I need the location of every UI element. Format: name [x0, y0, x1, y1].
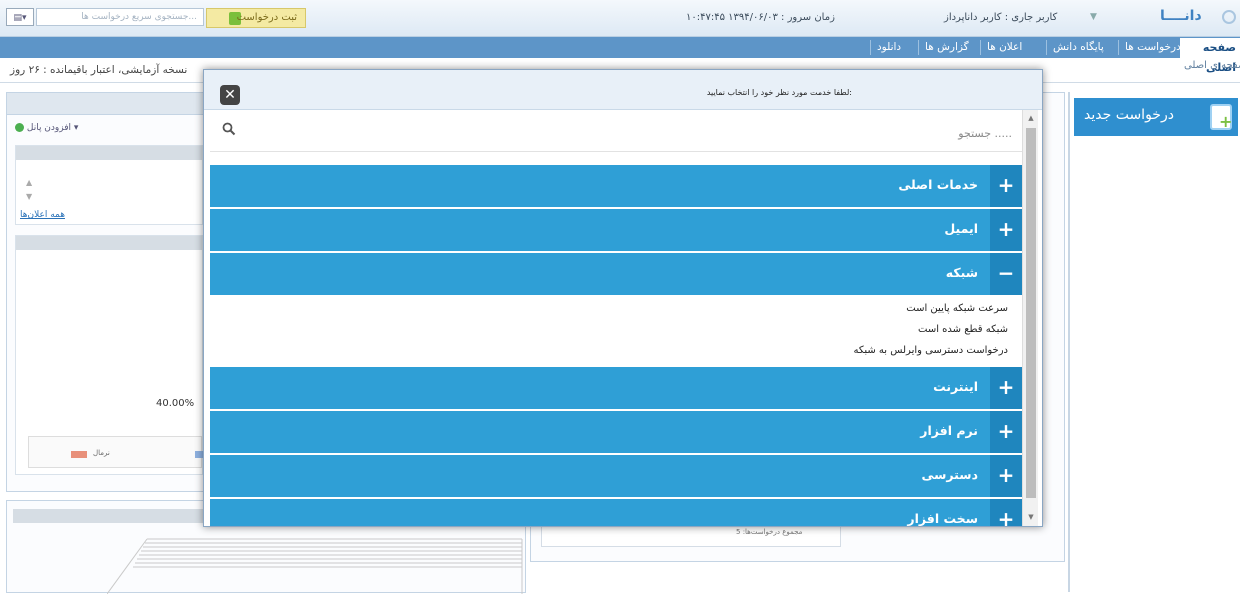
new-request-plus-icon: + — [1219, 112, 1233, 131]
scroll-thumb[interactable] — [1026, 128, 1036, 498]
modal-header: ✕ لطفا خدمت مورد نظر خود را انتخاب نمایی… — [204, 70, 1042, 110]
section-label: نرم افزار — [920, 423, 978, 438]
section-main-services[interactable]: + خدمات اصلی — [210, 165, 1022, 207]
tab-announcements[interactable]: اعلان ها — [980, 40, 1028, 55]
user-menu-chevron-icon[interactable]: ▼ — [1090, 12, 1097, 22]
tab-knowledge-base[interactable]: پایگاه دانش — [1046, 40, 1110, 55]
network-items-list: سرعت شبکه پایین است شبکه قطع شده است درخ… — [210, 297, 1022, 367]
expand-plus-icon: + — [990, 411, 1022, 453]
chart-legend: نرمال — [28, 436, 203, 468]
server-time: زمان سرور : ۱۳۹۴/۰۶/۰۳ ۱۰:۴۷:۴۵ — [686, 12, 835, 23]
submit-request-button[interactable]: ثبت درخواست — [206, 8, 306, 28]
legend-swatch-red — [71, 451, 87, 458]
scroll-down-icon[interactable]: ▼ — [1026, 512, 1036, 522]
tab-reports[interactable]: گزارش ها — [918, 40, 975, 55]
close-icon[interactable]: ✕ — [220, 85, 240, 105]
section-label: خدمات اصلی — [898, 177, 978, 192]
submit-request-label: ثبت درخواست — [236, 12, 297, 23]
breadcrumb[interactable]: صفحه ی اصلی — [1184, 60, 1240, 71]
announcements-header — [16, 146, 202, 160]
section-label: سخت افزار — [907, 511, 978, 526]
current-user: کاربر جاری : کاربر داناپرداز — [944, 12, 1058, 23]
search-icon — [222, 122, 236, 140]
section-label: ایمیل — [944, 221, 978, 236]
top-header: ▤▾ جستجوی سریع درخواست ها... ثبت درخواست… — [0, 0, 1240, 37]
legend-swatch-blue — [195, 451, 203, 458]
expand-plus-icon: + — [990, 209, 1022, 251]
add-panel-button[interactable]: افزودن پانل ▾ — [15, 123, 78, 133]
logo-text: دانــــا — [1160, 8, 1202, 24]
section-label: اینترنت — [933, 379, 978, 394]
dashboard-panel-left: افزودن پانل ▾ ▲ ▼ همه اعلان‌ها 40.00% نر… — [6, 92, 206, 492]
section-access[interactable]: + دسترسی — [210, 455, 1022, 497]
chart-percent-label: 40.00% — [156, 398, 195, 409]
list-item[interactable]: درخواست دسترسی وایرلس به شبکه — [853, 345, 1008, 356]
list-item[interactable]: شبکه قطع شده است — [918, 324, 1008, 335]
collapse-minus-icon: − — [990, 253, 1022, 295]
chart-3d-plot — [107, 538, 523, 594]
scroll-down-icon[interactable]: ▼ — [26, 192, 32, 201]
logo-icon — [1222, 10, 1236, 24]
all-announcements-link[interactable]: همه اعلان‌ها — [20, 210, 65, 220]
service-select-modal: ✕ لطفا خدمت مورد نظر خود را انتخاب نمایی… — [203, 69, 1043, 527]
section-internet[interactable]: + اینترنت — [210, 367, 1022, 409]
tab-home[interactable]: صفحه اصلی — [1180, 38, 1240, 74]
panel-header — [7, 93, 205, 115]
section-label: دسترسی — [921, 467, 978, 482]
side-gutter — [1068, 92, 1070, 592]
announcements-box: ▲ ▼ همه اعلان‌ها — [15, 145, 203, 225]
scroll-up-icon[interactable]: ▲ — [1026, 113, 1036, 123]
add-circle-icon — [15, 123, 24, 132]
modal-title: لطفا خدمت مورد نظر خود را انتخاب نمایید: — [706, 88, 852, 97]
quick-search-placeholder: جستجوی سریع درخواست ها... — [81, 12, 197, 22]
expand-plus-icon: + — [990, 165, 1022, 207]
chart-header — [16, 236, 202, 250]
trial-notice: نسخه آزمایشی، اعتبار باقیمانده : ۲۶ روز — [10, 64, 188, 76]
modal-scrollbar[interactable]: ▲ ▼ — [1022, 110, 1038, 526]
section-email[interactable]: + ایمیل — [210, 209, 1022, 251]
tab-download[interactable]: دانلود — [870, 40, 907, 55]
chart-box: 40.00% نرمال — [15, 235, 203, 475]
search-placeholder: جستجو ..... — [958, 127, 1012, 140]
expand-plus-icon: + — [990, 367, 1022, 409]
scroll-up-icon[interactable]: ▲ — [26, 178, 32, 187]
list-item[interactable]: سرعت شبکه پایین است — [906, 303, 1008, 314]
section-network[interactable]: − شبکه — [210, 253, 1022, 295]
section-label: شبکه — [945, 265, 978, 280]
service-search-input[interactable]: جستجو ..... — [210, 114, 1024, 152]
add-panel-label: افزودن پانل — [26, 123, 72, 133]
expand-plus-icon: + — [990, 499, 1022, 526]
section-software[interactable]: + نرم افزار — [210, 411, 1022, 453]
request-count-label: مجموع درخواست‌ها: 5 — [736, 528, 803, 536]
legend-label: نرمال — [93, 449, 110, 457]
new-request-button[interactable]: + درخواست جدید — [1074, 98, 1238, 136]
section-hardware[interactable]: + سخت افزار — [210, 499, 1022, 526]
expand-plus-icon: + — [990, 455, 1022, 497]
tab-requests[interactable]: درخواست ها — [1118, 40, 1187, 55]
export-dropdown-button[interactable]: ▤▾ — [6, 8, 34, 26]
quick-search-input[interactable]: جستجوی سریع درخواست ها... — [36, 8, 204, 26]
new-request-label: درخواست جدید — [1084, 107, 1174, 123]
